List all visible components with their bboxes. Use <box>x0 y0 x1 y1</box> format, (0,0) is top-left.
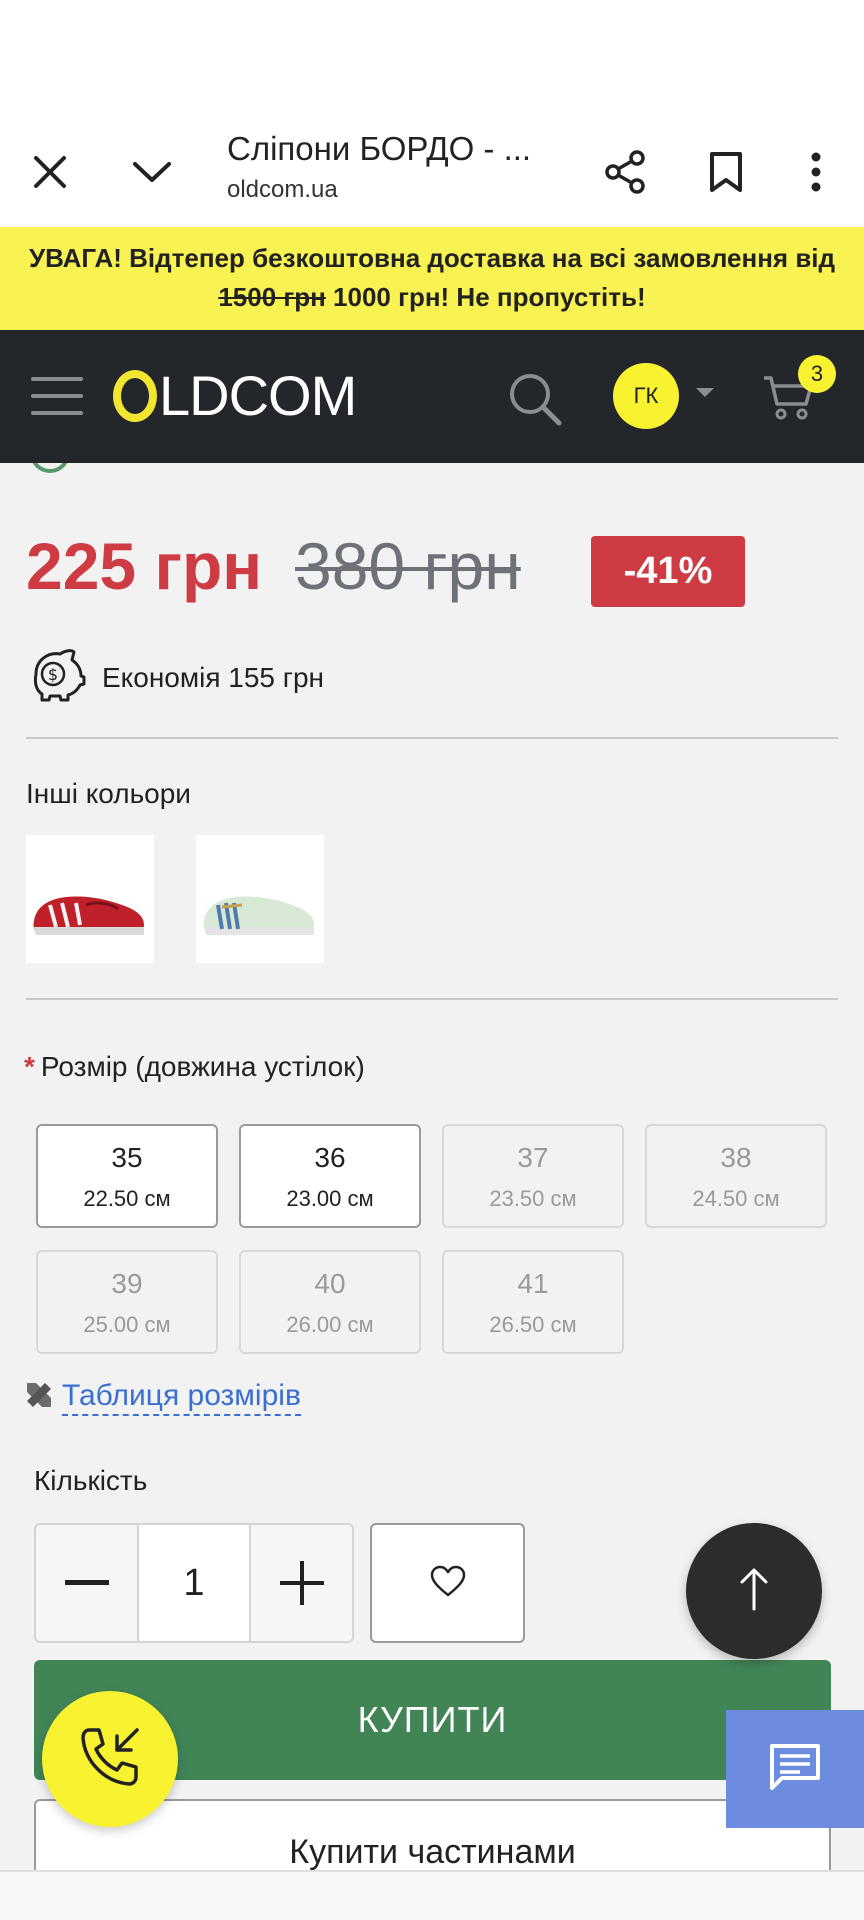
size-number: 35 <box>111 1142 143 1173</box>
size-option-36[interactable]: 36 23.00 см <box>239 1124 421 1228</box>
product-purchase-panel: 225 грн 380 грн -41% $ Економія 155 грн … <box>0 463 864 1870</box>
quantity-label: Кількість <box>34 1465 148 1496</box>
user-avatar[interactable]: ГК <box>613 363 679 429</box>
logo-text: LDCOM <box>159 364 357 427</box>
close-icon[interactable] <box>20 142 80 202</box>
size-option-40[interactable]: 40 26.00 см <box>239 1250 421 1354</box>
promo-banner: УВАГА! Відтепер безкоштовна доставка на … <box>0 227 864 330</box>
status-bar <box>0 0 864 120</box>
more-vert-icon[interactable] <box>786 142 846 202</box>
size-option-35[interactable]: 35 22.50 см <box>36 1124 218 1228</box>
color-option-mint[interactable] <box>196 835 324 963</box>
scroll-to-top-button[interactable] <box>686 1523 822 1659</box>
phone-incoming-icon <box>75 1722 145 1797</box>
size-label: Розмір (довжина устілок) <box>40 1051 365 1082</box>
other-colors-label: Інші кольори <box>26 778 191 809</box>
promo-text-before: УВАГА! Відтепер безкоштовна доставка на … <box>28 243 836 273</box>
heart-icon <box>430 1565 466 1602</box>
size-number: 36 <box>314 1142 346 1173</box>
size-length: 26.00 см <box>286 1312 374 1337</box>
old-price: 380 грн <box>295 529 521 603</box>
system-navigation-bar <box>0 1870 864 1920</box>
quantity-value[interactable]: 1 <box>137 1525 251 1641</box>
size-table-link[interactable]: Таблиця розмірів <box>62 1378 301 1416</box>
size-option-38[interactable]: 38 24.50 см <box>645 1124 827 1228</box>
availability-stub <box>30 463 70 473</box>
search-icon[interactable] <box>506 370 564 428</box>
hamburger-menu-icon[interactable] <box>30 373 84 419</box>
size-length: 23.50 см <box>489 1186 577 1211</box>
divider <box>26 998 838 1000</box>
size-option-41[interactable]: 41 26.50 см <box>442 1250 624 1354</box>
divider <box>26 737 838 739</box>
add-to-wishlist-button[interactable] <box>370 1523 525 1643</box>
piggy-bank-icon: $ <box>26 646 86 709</box>
current-price: 225 грн <box>26 529 263 603</box>
caret-down-icon[interactable] <box>696 388 714 397</box>
page-title: Сліпони БОРДО - ... <box>227 130 532 167</box>
svg-text:$: $ <box>48 665 58 684</box>
share-icon[interactable] <box>596 142 656 202</box>
size-option-37[interactable]: 37 23.50 см <box>442 1124 624 1228</box>
chat-icon <box>768 1742 822 1797</box>
site-logo[interactable]: LDCOM <box>113 364 357 427</box>
site-header: LDCOM ГК 3 <box>0 330 864 463</box>
required-mark: * <box>24 1051 35 1082</box>
cart-count-badge: 3 <box>798 355 836 393</box>
size-length: 26.50 см <box>489 1312 577 1337</box>
promo-old-threshold: 1500 грн <box>218 282 326 312</box>
color-option-red[interactable] <box>26 835 154 963</box>
size-number: 38 <box>720 1142 752 1173</box>
page-url: oldcom.ua <box>227 176 338 203</box>
bookmark-icon[interactable] <box>696 142 756 202</box>
check-circle-icon <box>30 463 70 473</box>
size-table-link-row[interactable]: Таблиця розмірів <box>24 1378 301 1416</box>
saving-text: Економія 155 грн <box>102 661 325 693</box>
logo-o-mark <box>113 370 157 422</box>
size-length: 24.50 см <box>692 1186 780 1211</box>
size-length: 22.50 см <box>83 1186 171 1211</box>
size-number: 41 <box>517 1268 549 1299</box>
size-option-39[interactable]: 39 25.00 см <box>36 1250 218 1354</box>
promo-text-after: 1000 грн! Не пропустіть! <box>325 282 646 312</box>
size-length: 25.00 см <box>83 1312 171 1337</box>
saving-info: $ Економія 155 грн <box>26 646 324 709</box>
discount-badge: -41% <box>591 536 745 607</box>
browser-toolbar: Сліпони БОРДО - ... oldcom.ua <box>0 120 864 227</box>
size-number: 40 <box>314 1268 346 1299</box>
size-number: 37 <box>517 1142 549 1173</box>
ruler-pencil-icon <box>24 1380 54 1415</box>
size-number: 39 <box>111 1268 143 1299</box>
increase-quantity-button[interactable] <box>251 1525 352 1641</box>
quantity-stepper: 1 <box>34 1523 354 1643</box>
size-label-row: * Розмір (довжина устілок) <box>24 1051 365 1083</box>
chevron-down-icon[interactable] <box>122 142 182 202</box>
callback-button[interactable] <box>42 1691 178 1827</box>
arrow-up-icon <box>739 1567 769 1616</box>
chat-button[interactable] <box>726 1710 864 1828</box>
size-length: 23.00 см <box>286 1186 374 1211</box>
decrease-quantity-button[interactable] <box>36 1525 137 1641</box>
